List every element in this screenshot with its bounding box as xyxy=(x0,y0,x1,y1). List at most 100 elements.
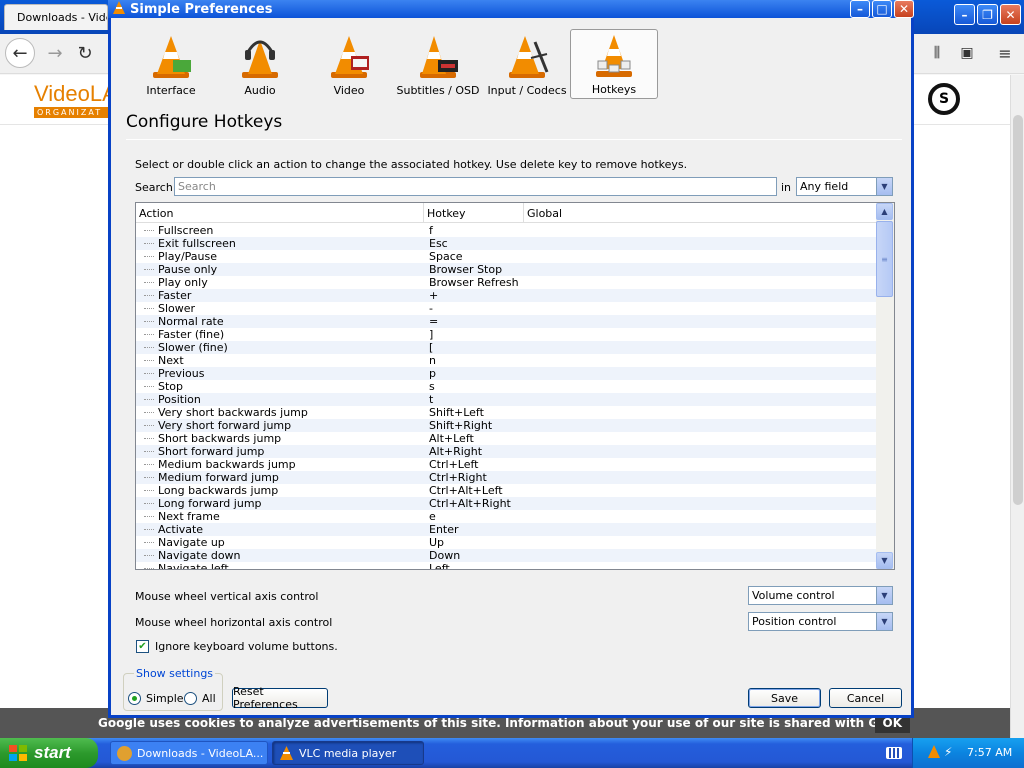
search-input[interactable] xyxy=(174,177,777,196)
table-row[interactable]: Medium backwards jump Ctrl+Left xyxy=(136,458,876,471)
category-subtitles-osd[interactable]: Subtitles / OSD xyxy=(394,29,482,99)
action-cell: Activate xyxy=(136,523,426,536)
browser-scroll-thumb[interactable] xyxy=(1013,115,1023,505)
windows-flag-icon xyxy=(9,745,27,761)
headphones-icon xyxy=(242,40,278,78)
maximize-icon[interactable]: □ xyxy=(872,0,892,18)
hotkey-cell: Shift+Right xyxy=(429,419,493,432)
sidebar-icon[interactable]: ▣ xyxy=(952,38,982,68)
save-button[interactable]: Save xyxy=(748,688,821,708)
table-row[interactable]: Long forward jump Ctrl+Alt+Right xyxy=(136,497,876,510)
search-field-select[interactable]: Any field ▼ xyxy=(796,177,893,196)
table-row[interactable]: Navigate up Up xyxy=(136,536,876,549)
table-row[interactable]: Previous p xyxy=(136,367,876,380)
table-row[interactable]: Short forward jump Alt+Right xyxy=(136,445,876,458)
table-row[interactable]: Pause only Browser Stop xyxy=(136,263,876,276)
start-button[interactable]: start xyxy=(0,738,98,768)
category-video[interactable]: Video xyxy=(305,29,393,99)
table-row[interactable]: Faster + xyxy=(136,289,876,302)
hotkey-cell: n xyxy=(429,354,436,367)
restore-icon[interactable]: ❐ xyxy=(977,4,998,25)
action-cell: Pause only xyxy=(136,263,426,276)
simple-radio[interactable] xyxy=(128,692,141,705)
table-row[interactable]: Exit fullscreen Esc xyxy=(136,237,876,250)
hotkey-cell: p xyxy=(429,367,436,380)
hotkey-cell: Alt+Right xyxy=(429,445,483,458)
hotkey-cell: + xyxy=(429,289,439,302)
taskbar: start Downloads - VideoLA... VLC media p… xyxy=(0,738,1024,768)
network-icon[interactable]: ⚡ xyxy=(944,745,952,759)
table-row[interactable]: Faster (fine)] xyxy=(136,328,876,341)
reset-preferences-button[interactable]: Reset Preferences xyxy=(232,685,328,711)
table-row[interactable]: Long backwards jump Ctrl+Alt+Left xyxy=(136,484,876,497)
hotkey-cell: [ xyxy=(429,341,434,354)
category-audio[interactable]: Audio xyxy=(216,29,304,99)
minimize-icon[interactable]: – xyxy=(850,0,870,18)
table-row[interactable]: Next n xyxy=(136,354,876,367)
table-row[interactable]: Next frame e xyxy=(136,510,876,523)
scroll-up-icon[interactable]: ▲ xyxy=(876,203,893,220)
hotkey-cell: Up xyxy=(429,536,445,549)
table-row[interactable]: Activate Enter xyxy=(136,523,876,536)
table-row[interactable]: Very short forward jump Shift+Right xyxy=(136,419,876,432)
all-radio[interactable] xyxy=(184,692,197,705)
browser-tab[interactable]: Downloads - Vide xyxy=(4,4,108,30)
vlc-tray-icon[interactable] xyxy=(927,745,941,759)
scroll-thumb[interactable]: ≡ xyxy=(876,221,893,297)
ignore-volume-checkbox[interactable]: ✔ xyxy=(136,640,149,653)
table-scrollbar[interactable]: ▲ ≡ ▼ xyxy=(876,203,894,569)
table-row[interactable]: Navigate left Left xyxy=(136,562,876,569)
table-row[interactable]: Navigate down Down xyxy=(136,549,876,562)
mouse-vertical-select[interactable]: Volume control ▼ xyxy=(748,586,893,605)
start-label: start xyxy=(34,743,71,762)
table-row[interactable]: Short backwards jump Alt+Left xyxy=(136,432,876,445)
table-row[interactable]: Play only Browser Refresh xyxy=(136,276,876,289)
table-row[interactable]: Medium forward jump Ctrl+Right xyxy=(136,471,876,484)
table-header: Action Hotkey Global xyxy=(136,203,876,223)
cancel-button[interactable]: Cancel xyxy=(829,688,902,708)
browser-scrollbar[interactable] xyxy=(1010,75,1024,738)
library-icon[interactable]: ⫼ xyxy=(922,38,952,68)
forward-arrow-icon[interactable]: → xyxy=(40,38,70,68)
category-hotkeys[interactable]: Hotkeys xyxy=(570,29,658,99)
column-hotkey[interactable]: Hotkey xyxy=(424,203,524,223)
mouse-horizontal-select[interactable]: Position control ▼ xyxy=(748,612,893,631)
back-arrow-icon[interactable]: ← xyxy=(5,38,35,68)
preferences-dialog: Simple Preferences – □ ✕ Interface Audio… xyxy=(108,0,914,718)
clock[interactable]: 7:57 AM xyxy=(967,746,1012,759)
table-row[interactable]: Fullscreen f xyxy=(136,224,876,237)
keyboard-icon[interactable] xyxy=(886,747,902,759)
table-row[interactable]: Stop s xyxy=(136,380,876,393)
chevron-down-icon[interactable]: ▼ xyxy=(876,613,892,630)
menu-icon[interactable]: ≡ xyxy=(990,38,1020,68)
hotkey-cell: - xyxy=(429,302,433,315)
chevron-down-icon[interactable]: ▼ xyxy=(876,587,892,604)
chevron-down-icon[interactable]: ▼ xyxy=(876,178,892,195)
hotkey-cell: Down xyxy=(429,549,461,562)
table-row[interactable]: Play/Pause Space xyxy=(136,250,876,263)
table-row[interactable]: Position t xyxy=(136,393,876,406)
task-vlc[interactable]: VLC media player xyxy=(272,741,424,765)
minimize-icon[interactable]: – xyxy=(954,4,975,25)
hotkey-cell: Browser Stop xyxy=(429,263,503,276)
column-action[interactable]: Action xyxy=(136,203,424,223)
table-row[interactable]: Normal rate = xyxy=(136,315,876,328)
hotkey-rows: Fullscreen f Exit fullscreen Esc Play/Pause S… xyxy=(136,224,876,569)
action-cell: Previous xyxy=(136,367,426,380)
task-browser[interactable]: Downloads - VideoLA... xyxy=(110,741,268,765)
videolan-logo[interactable]: VideoLA ORGANIZAT xyxy=(34,81,117,118)
action-cell: Position xyxy=(136,393,426,406)
table-row[interactable]: Slower - xyxy=(136,302,876,315)
task-label: VLC media player xyxy=(299,746,397,760)
reload-icon[interactable]: ↻ xyxy=(70,38,100,68)
scroll-down-icon[interactable]: ▼ xyxy=(876,552,893,569)
table-row[interactable]: Very short backwards jump Shift+Left xyxy=(136,406,876,419)
table-row[interactable]: Slower (fine)[ xyxy=(136,341,876,354)
category-interface[interactable]: Interface xyxy=(127,29,215,99)
close-icon[interactable]: ✕ xyxy=(1000,4,1021,25)
column-global[interactable]: Global xyxy=(524,203,876,223)
close-icon[interactable]: ✕ xyxy=(894,0,914,18)
category-label: Audio xyxy=(244,84,276,97)
category-input-codecs[interactable]: Input / Codecs xyxy=(483,29,571,99)
hotkeys-table[interactable]: Action Hotkey Global Fullscreen f Exit ful… xyxy=(135,202,895,570)
